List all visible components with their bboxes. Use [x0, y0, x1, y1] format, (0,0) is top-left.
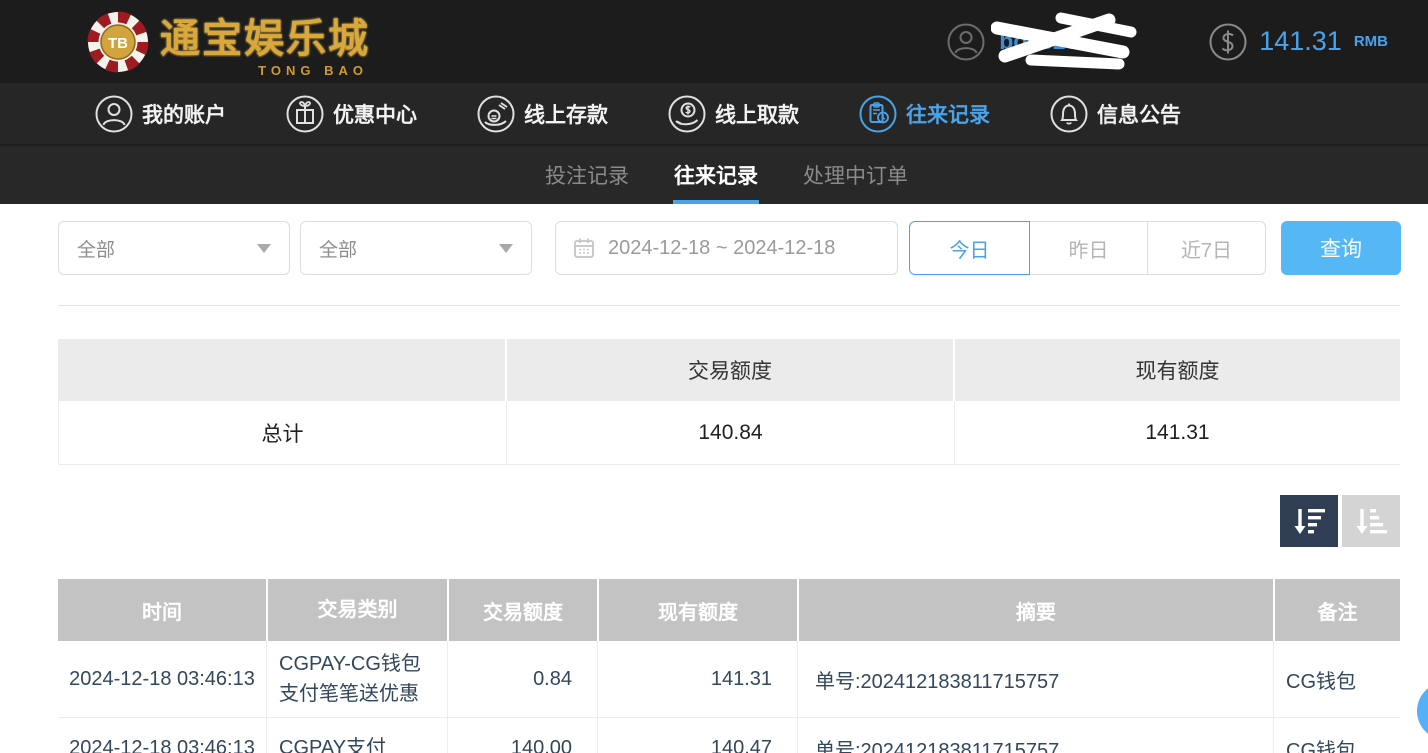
- top-bar: TB 通宝娱乐城 TONG BAO bo7325: [0, 0, 1428, 83]
- summary-transaction-total: 140.84: [506, 401, 954, 464]
- summary-header-balance: 现有额度: [953, 339, 1400, 401]
- table-cell: 140.00: [447, 718, 597, 753]
- table-cell: 0.84: [447, 641, 597, 717]
- section-divider: [58, 305, 1400, 306]
- nav-item-withdraw[interactable]: 线上取款: [668, 95, 799, 133]
- table-cell: 2024-12-18 03:46:13: [58, 718, 266, 753]
- table-row: 2024-12-18 03:46:13CGPAY-CG钱包支付笔笔送优惠0.84…: [58, 641, 1400, 718]
- balance-amount: 141.31: [1259, 26, 1342, 57]
- poker-chip-icon: TB: [86, 10, 150, 74]
- withdraw-icon: [668, 95, 706, 133]
- summary-total-label: 总计: [59, 401, 506, 464]
- table-body: 2024-12-18 03:46:13CGPAY-CG钱包支付笔笔送优惠0.84…: [58, 641, 1400, 753]
- chevron-down-icon: [257, 244, 271, 253]
- quick-date-group: 今日 昨日 近7日: [909, 221, 1266, 275]
- sort-descending-icon: [1291, 504, 1327, 538]
- table-cell: CGPAY支付: [266, 718, 447, 753]
- active-tab-underline: [673, 200, 759, 204]
- site-title: 通宝娱乐城: [160, 6, 370, 64]
- summary-balance-total: 141.31: [954, 401, 1400, 464]
- nav-item-announcements[interactable]: 信息公告: [1050, 95, 1181, 133]
- sort-ascending-button[interactable]: [1342, 495, 1400, 547]
- summary-table: 交易额度 现有额度 总计 140.84 141.31: [58, 339, 1400, 465]
- sort-descending-button[interactable]: [1280, 495, 1338, 547]
- transactions-table: 时间交易类别交易额度现有额度摘要备注 2024-12-18 03:46:13CG…: [58, 579, 1400, 753]
- redaction-scribble: [991, 12, 1141, 72]
- svg-text:TB: TB: [108, 35, 128, 52]
- coin-dollar-icon: [1209, 23, 1247, 61]
- table-header-row: 时间交易类别交易额度现有额度摘要备注: [58, 579, 1400, 641]
- table-cell: 单号:202412183811715757: [797, 718, 1273, 753]
- date-range-picker[interactable]: 2024-12-18 ~ 2024-12-18: [555, 221, 898, 275]
- date-range-value: 2024-12-18 ~ 2024-12-18: [608, 237, 835, 260]
- gift-icon: [286, 95, 324, 133]
- site-subtitle: TONG BAO: [258, 63, 368, 78]
- tab-transaction-records[interactable]: 往来记录: [674, 146, 758, 204]
- main-nav: 我的账户 优惠中心 线上存款 线上取款: [0, 83, 1428, 144]
- type-select-1[interactable]: 全部: [58, 221, 290, 275]
- table-row: 2024-12-18 03:46:13CGPAY支付140.00140.47单号…: [58, 718, 1400, 753]
- record-tabs: 投注记录 往来记录 处理中订单: [0, 144, 1428, 204]
- table-cell: CG钱包: [1273, 641, 1400, 717]
- user-avatar-icon: [947, 23, 985, 61]
- sort-controls: [0, 495, 1400, 547]
- table-cell: CGPAY-CG钱包支付笔笔送优惠: [266, 641, 447, 717]
- table-cell: 2024-12-18 03:46:13: [58, 641, 266, 717]
- nav-item-records[interactable]: 往来记录: [859, 95, 990, 133]
- nav-item-deposit[interactable]: 线上存款: [477, 95, 608, 133]
- table-header-cell: 现有额度: [597, 579, 797, 641]
- today-button[interactable]: 今日: [909, 221, 1030, 275]
- site-logo[interactable]: TB 通宝娱乐城 TONG BAO: [86, 6, 370, 78]
- summary-header-row: 交易额度 现有额度: [58, 339, 1400, 401]
- bell-icon: [1050, 95, 1088, 133]
- nav-item-promotions[interactable]: 优惠中心: [286, 95, 417, 133]
- table-header-cell: 交易额度: [447, 579, 597, 641]
- table-cell: CG钱包: [1273, 718, 1400, 753]
- filter-bar: 全部 全部 2024-12-18 ~ 2024-12-18 今日 昨日 近7日 …: [58, 221, 1428, 275]
- tab-betting-records[interactable]: 投注记录: [545, 146, 629, 204]
- table-cell: 141.31: [597, 641, 797, 717]
- calendar-icon: [572, 236, 596, 260]
- table-header-cell: 备注: [1273, 579, 1400, 641]
- chevron-down-icon: [499, 244, 513, 253]
- records-icon: [859, 95, 897, 133]
- table-cell: 140.47: [597, 718, 797, 753]
- summary-header-empty: [58, 339, 505, 401]
- sort-ascending-icon: [1353, 504, 1389, 538]
- table-header-cell: 摘要: [797, 579, 1273, 641]
- table-cell: 单号:202412183811715757: [797, 641, 1273, 717]
- user-icon: [95, 95, 133, 133]
- floating-chat-button[interactable]: [1417, 682, 1428, 740]
- nav-item-my-account[interactable]: 我的账户: [95, 95, 226, 133]
- yesterday-button[interactable]: 昨日: [1030, 221, 1148, 275]
- balance-display[interactable]: 141.31 RMB: [1209, 23, 1388, 61]
- tab-pending-orders[interactable]: 处理中订单: [803, 146, 908, 204]
- balance-currency: RMB: [1354, 33, 1388, 50]
- type-select-2[interactable]: 全部: [300, 221, 532, 275]
- search-button[interactable]: 查询: [1281, 221, 1401, 275]
- user-account[interactable]: bo7325: [947, 16, 1139, 68]
- last7days-button[interactable]: 近7日: [1148, 221, 1266, 275]
- summary-header-transaction: 交易额度: [505, 339, 953, 401]
- deposit-icon: [477, 95, 515, 133]
- table-header-cell: 时间: [58, 579, 266, 641]
- table-header-cell: 交易类别: [266, 579, 447, 641]
- summary-total-row: 总计 140.84 141.31: [58, 401, 1400, 465]
